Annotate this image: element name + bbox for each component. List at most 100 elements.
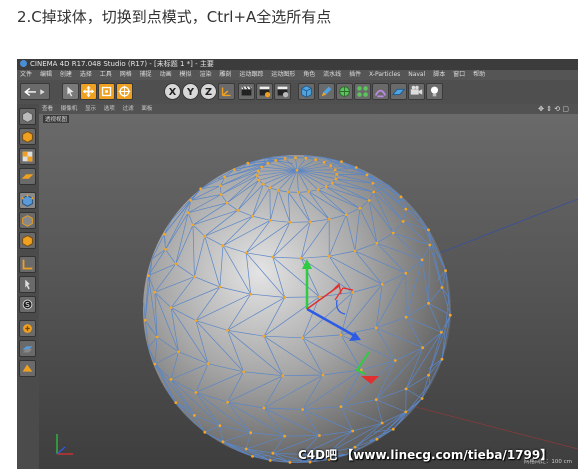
array-icon[interactable]: [354, 83, 371, 100]
mesh-point[interactable]: [427, 301, 430, 305]
mesh-point[interactable]: [194, 319, 198, 322]
make-editable-icon[interactable]: [19, 108, 36, 125]
mesh-point[interactable]: [354, 166, 358, 169]
mesh-point[interactable]: [301, 336, 305, 340]
move-icon[interactable]: [80, 83, 97, 100]
mesh-point[interactable]: [174, 401, 178, 404]
mesh-point[interactable]: [262, 334, 266, 338]
mesh-point[interactable]: [351, 291, 355, 294]
mesh-point[interactable]: [268, 186, 272, 190]
mesh-point[interactable]: [189, 199, 193, 202]
y-axis-icon[interactable]: Y: [182, 83, 199, 100]
mesh-point[interactable]: [333, 168, 337, 172]
mesh-point[interactable]: [404, 271, 408, 275]
menu-item-edit[interactable]: 编辑: [37, 70, 55, 80]
mesh-point[interactable]: [380, 282, 384, 286]
viewport-menu-filter[interactable]: 过滤: [120, 104, 137, 114]
mesh-point[interactable]: [221, 244, 225, 248]
mesh-point[interactable]: [193, 275, 196, 279]
mesh-point[interactable]: [299, 256, 303, 260]
menu-item-naval[interactable]: Naval: [405, 70, 428, 80]
mesh-point[interactable]: [301, 408, 305, 411]
texture-mode-icon[interactable]: [19, 148, 36, 165]
mesh-point[interactable]: [427, 373, 430, 377]
mesh-point[interactable]: [155, 335, 159, 339]
viewport-menu-display[interactable]: 显示: [82, 104, 99, 114]
mesh-point[interactable]: [274, 159, 278, 162]
mesh-point[interactable]: [295, 168, 299, 172]
mesh-point[interactable]: [186, 211, 190, 215]
camera-icon[interactable]: [408, 83, 425, 100]
mesh-point[interactable]: [334, 177, 338, 181]
mesh-point[interactable]: [440, 330, 443, 334]
mesh-point[interactable]: [391, 231, 395, 235]
mesh-point[interactable]: [374, 398, 378, 401]
mesh-point[interactable]: [393, 359, 397, 362]
mesh-point[interactable]: [169, 378, 173, 381]
menu-item-file[interactable]: 文件: [17, 70, 35, 80]
menu-item-simulate[interactable]: 模拟: [177, 70, 195, 80]
mesh-point[interactable]: [218, 285, 222, 289]
mesh-point[interactable]: [169, 306, 173, 309]
mesh-point[interactable]: [261, 182, 265, 186]
viewport-menu-panel[interactable]: 面板: [138, 104, 155, 114]
mesh-point[interactable]: [249, 431, 253, 435]
snapping-icon[interactable]: S: [19, 296, 36, 313]
mesh-point[interactable]: [365, 173, 369, 177]
mesh-point[interactable]: [404, 315, 408, 319]
mesh-point[interactable]: [421, 346, 425, 350]
mesh-point[interactable]: [206, 362, 210, 366]
mesh-point[interactable]: [344, 213, 348, 217]
menu-item-motion-tracking[interactable]: 运动跟踪: [236, 70, 266, 80]
menu-item-select[interactable]: 选择: [77, 70, 95, 80]
mesh-point[interactable]: [143, 318, 147, 322]
menu-item-help[interactable]: 帮助: [470, 70, 488, 80]
menu-item-tools[interactable]: 工具: [97, 70, 115, 80]
mesh-point[interactable]: [218, 184, 222, 188]
menu-item-character[interactable]: 角色: [300, 70, 318, 80]
mesh-point[interactable]: [203, 430, 207, 434]
mesh-point[interactable]: [353, 249, 357, 253]
mesh-point[interactable]: [375, 437, 379, 441]
mesh-point[interactable]: [283, 434, 287, 438]
mesh-point[interactable]: [444, 269, 447, 272]
mesh-point[interactable]: [327, 217, 331, 221]
menu-item-window[interactable]: 窗口: [450, 70, 468, 80]
viewport-menu-cameras[interactable]: 摄像机: [58, 104, 81, 114]
mesh-point[interactable]: [147, 274, 150, 277]
mesh-point[interactable]: [404, 207, 408, 211]
mesh-point[interactable]: [322, 160, 326, 164]
polygons-mode-icon[interactable]: [19, 232, 36, 249]
mesh-point[interactable]: [271, 451, 275, 455]
viewport-menu-view[interactable]: 查看: [39, 104, 56, 114]
mesh-point[interactable]: [427, 228, 430, 232]
menu-item-plugins[interactable]: 插件: [346, 70, 364, 80]
menu-item-script[interactable]: 脚本: [430, 70, 448, 80]
mesh-point[interactable]: [318, 295, 321, 299]
mesh-point[interactable]: [232, 168, 236, 171]
scale-icon[interactable]: [98, 83, 115, 100]
subdivision-icon[interactable]: [336, 83, 353, 100]
mesh-point[interactable]: [174, 262, 178, 266]
mesh-point[interactable]: [404, 387, 408, 391]
menu-item-render[interactable]: 渲染: [196, 70, 214, 80]
mesh-point[interactable]: [271, 255, 275, 259]
menu-item-mograph[interactable]: 运动图形: [268, 70, 298, 80]
mesh-point[interactable]: [339, 405, 343, 409]
axis-mode-icon[interactable]: [19, 256, 36, 273]
mesh-point[interactable]: [266, 161, 270, 165]
mesh-point[interactable]: [226, 400, 230, 404]
menu-item-x-particles[interactable]: X-Particles: [366, 70, 403, 80]
mesh-point[interactable]: [153, 362, 157, 366]
mesh-point[interactable]: [249, 292, 253, 296]
menu-item-mesh[interactable]: 网格: [117, 70, 135, 80]
planar-workplane-icon[interactable]: [19, 340, 36, 357]
mesh-point[interactable]: [329, 164, 333, 168]
viewport-canvas[interactable]: [39, 114, 578, 469]
mesh-point[interactable]: [281, 374, 285, 378]
mesh-point[interactable]: [177, 350, 180, 354]
mesh-point[interactable]: [288, 461, 292, 464]
mesh-point[interactable]: [321, 373, 325, 377]
mesh-point[interactable]: [223, 175, 227, 179]
mesh-point[interactable]: [153, 290, 157, 294]
